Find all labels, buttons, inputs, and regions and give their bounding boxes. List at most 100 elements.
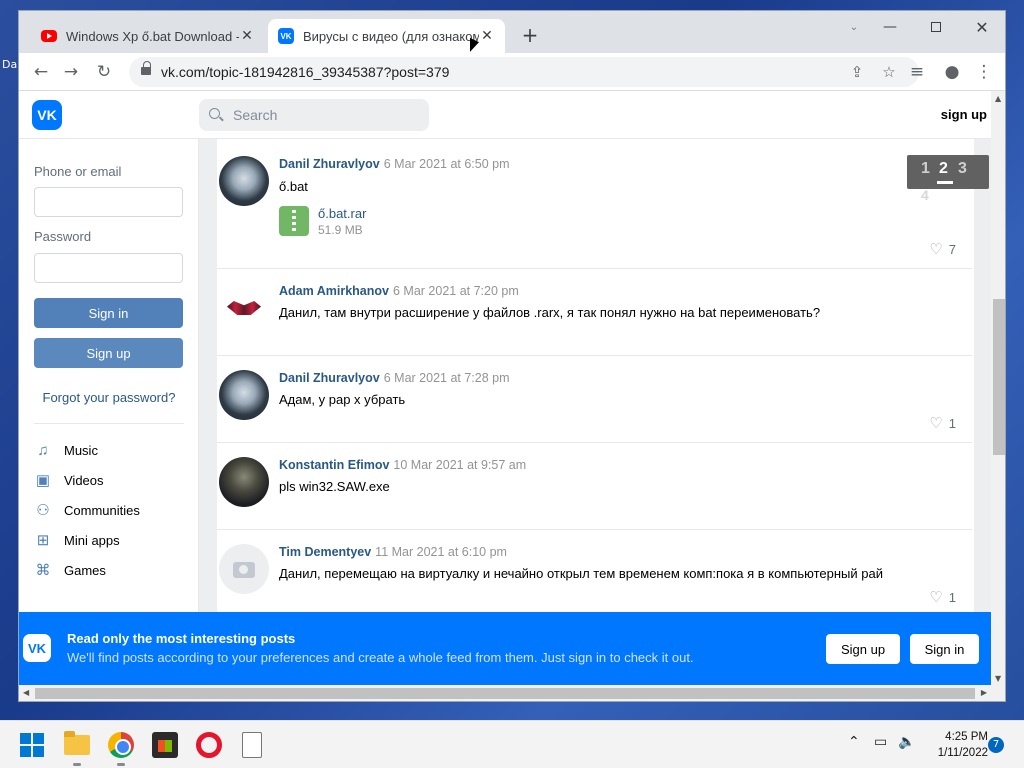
- file-explorer-icon[interactable]: [64, 731, 90, 755]
- menu-label: Mini apps: [64, 532, 120, 548]
- phone-email-field[interactable]: [34, 187, 183, 217]
- menu-kebab-icon[interactable]: ⋮: [972, 60, 996, 84]
- start-button[interactable]: [20, 733, 44, 757]
- chrome-icon[interactable]: [108, 732, 134, 758]
- author-name[interactable]: Tim Dementyev: [279, 545, 371, 559]
- volume-icon[interactable]: 🔈: [898, 734, 915, 750]
- password-field[interactable]: [34, 253, 183, 283]
- notepad-icon[interactable]: [242, 732, 262, 758]
- forgot-password-link[interactable]: Forgot your password?: [19, 390, 199, 405]
- page-link[interactable]: 3: [958, 160, 967, 178]
- like-button[interactable]: ♡ 1: [929, 588, 956, 606]
- scroll-left-icon[interactable]: ◀: [23, 688, 29, 697]
- author-name[interactable]: Danil Zhuravlyov: [279, 157, 380, 171]
- file-attachment[interactable]: ő.bat.rar 51.9 MB: [279, 205, 366, 237]
- password-label: Password: [34, 229, 92, 244]
- avatar[interactable]: [219, 544, 269, 594]
- heart-icon: ♡: [929, 589, 943, 606]
- tab-title: Windows Xp ő.bat Download - Y: [66, 28, 239, 44]
- sign-up-button[interactable]: Sign up: [34, 338, 183, 368]
- bookmark-star-icon[interactable]: ☆: [879, 62, 899, 82]
- avatar[interactable]: [219, 156, 269, 206]
- attachment-name[interactable]: ő.bat.rar: [318, 206, 366, 221]
- desktop-edge: Da: [0, 0, 18, 700]
- page-navigator: 1 2 3: [907, 155, 989, 189]
- forward-arrow-icon[interactable]: →: [59, 60, 83, 84]
- close-window-button[interactable]: ✕: [959, 11, 1005, 43]
- like-button[interactable]: ♡ 1: [929, 414, 956, 432]
- sign-up-link[interactable]: sign up: [941, 107, 987, 122]
- author-name[interactable]: Konstantin Efimov: [279, 458, 389, 472]
- divider: [34, 423, 184, 424]
- tab-youtube[interactable]: Windows Xp ő.bat Download - Y ✕: [31, 19, 265, 53]
- vk-logo[interactable]: VK: [32, 100, 62, 130]
- menu-item-mini-apps[interactable]: ⊞ Mini apps: [34, 529, 120, 551]
- opera-icon[interactable]: [196, 732, 222, 758]
- archive-file-icon: [279, 206, 309, 236]
- scroll-down-icon[interactable]: ▼: [995, 674, 1001, 683]
- post-text: Данил, перемещаю на виртуалку и нечайно …: [279, 566, 883, 581]
- close-tab-icon[interactable]: ✕: [479, 28, 495, 44]
- gamepad-icon: ⌘: [35, 562, 51, 579]
- heart-icon: ♡: [929, 241, 943, 258]
- like-button[interactable]: ♡ 7: [929, 240, 956, 258]
- signup-banner: VK Read only the most interesting posts …: [19, 612, 991, 685]
- tab-strip: Windows Xp ő.bat Download - Y ✕ VK Вирус…: [19, 11, 1005, 53]
- store-icon[interactable]: [152, 732, 178, 758]
- post-date[interactable]: 6 Mar 2021 at 7:20 pm: [393, 284, 519, 298]
- share-icon[interactable]: ⇪: [847, 62, 867, 82]
- post-date[interactable]: 11 Mar 2021 at 6:10 pm: [375, 545, 507, 559]
- vk-header: VK Search sign up: [19, 91, 991, 139]
- notification-badge[interactable]: 7: [988, 737, 1004, 753]
- back-arrow-icon[interactable]: ←: [29, 60, 53, 84]
- scroll-right-icon[interactable]: ▶: [981, 688, 987, 697]
- author-name[interactable]: Danil Zhuravlyov: [279, 371, 380, 385]
- maximize-button[interactable]: [913, 11, 959, 43]
- banner-subtitle: We'll find posts according to your prefe…: [67, 650, 694, 665]
- post-text: ő.bat: [279, 179, 308, 194]
- author-name[interactable]: Adam Amirkhanov: [279, 284, 389, 298]
- sign-in-button[interactable]: Sign in: [34, 298, 183, 328]
- post-date[interactable]: 6 Mar 2021 at 7:28 pm: [384, 371, 510, 385]
- post-date[interactable]: 10 Mar 2021 at 9:57 am: [393, 458, 526, 472]
- vertical-scrollbar[interactable]: ▲ ▼: [991, 91, 1005, 685]
- horizontal-scrollbar[interactable]: ◀ ▶: [19, 685, 1005, 701]
- post-date[interactable]: 6 Mar 2021 at 6:50 pm: [384, 157, 510, 171]
- banner-sign-up-button[interactable]: Sign up: [826, 634, 900, 664]
- search-input[interactable]: Search: [199, 99, 429, 131]
- scroll-thumb[interactable]: [35, 688, 975, 699]
- profile-avatar-icon[interactable]: ●: [940, 60, 964, 84]
- avatar[interactable]: [219, 370, 269, 420]
- page-current[interactable]: 2: [939, 160, 948, 178]
- minimize-button[interactable]: —: [867, 11, 913, 43]
- url-text[interactable]: vk.com/topic-181942816_39345387?post=379: [161, 64, 449, 80]
- tray-chevron-icon[interactable]: ⌃: [848, 734, 860, 750]
- scroll-up-icon[interactable]: ▲: [995, 94, 1001, 103]
- menu-item-music[interactable]: ♫ Music: [34, 439, 98, 461]
- page-link[interactable]: 4: [921, 187, 929, 203]
- reading-list-icon[interactable]: ≡: [905, 60, 929, 84]
- avatar[interactable]: [219, 283, 269, 333]
- menu-label: Communities: [64, 502, 140, 518]
- close-tab-icon[interactable]: ✕: [239, 28, 255, 44]
- page-link[interactable]: 1: [921, 160, 930, 178]
- avatar[interactable]: [219, 457, 269, 507]
- search-placeholder: Search: [233, 107, 278, 123]
- desktop-icon-label: Da: [2, 58, 18, 71]
- address-bar[interactable]: vk.com/topic-181942816_39345387?post=379…: [129, 57, 919, 87]
- network-icon[interactable]: ▭: [874, 734, 887, 750]
- post-text: pls win32.SAW.exe: [279, 479, 390, 494]
- clock[interactable]: 4:25 PM 1/11/2022: [922, 729, 988, 761]
- taskbar: ⌃ ▭ 🔈 4:25 PM 1/11/2022 7: [0, 720, 1024, 768]
- communities-icon: ⚇: [36, 502, 50, 519]
- new-tab-button[interactable]: +: [518, 24, 542, 48]
- scroll-thumb[interactable]: [993, 299, 1005, 455]
- menu-item-communities[interactable]: ⚇ Communities: [34, 499, 140, 521]
- discussion-feed: Danil Zhuravlyov 6 Mar 2021 at 6:50 pm ő.…: [217, 139, 974, 685]
- banner-sign-in-button[interactable]: Sign in: [910, 634, 979, 664]
- reload-icon[interactable]: ↻: [92, 60, 116, 84]
- browser-toolbar: ← → ↻ vk.com/topic-181942816_39345387?po…: [19, 53, 1005, 91]
- menu-item-games[interactable]: ⌘ Games: [34, 559, 106, 581]
- lock-icon[interactable]: [141, 61, 151, 77]
- menu-item-videos[interactable]: ▣ Videos: [34, 469, 104, 491]
